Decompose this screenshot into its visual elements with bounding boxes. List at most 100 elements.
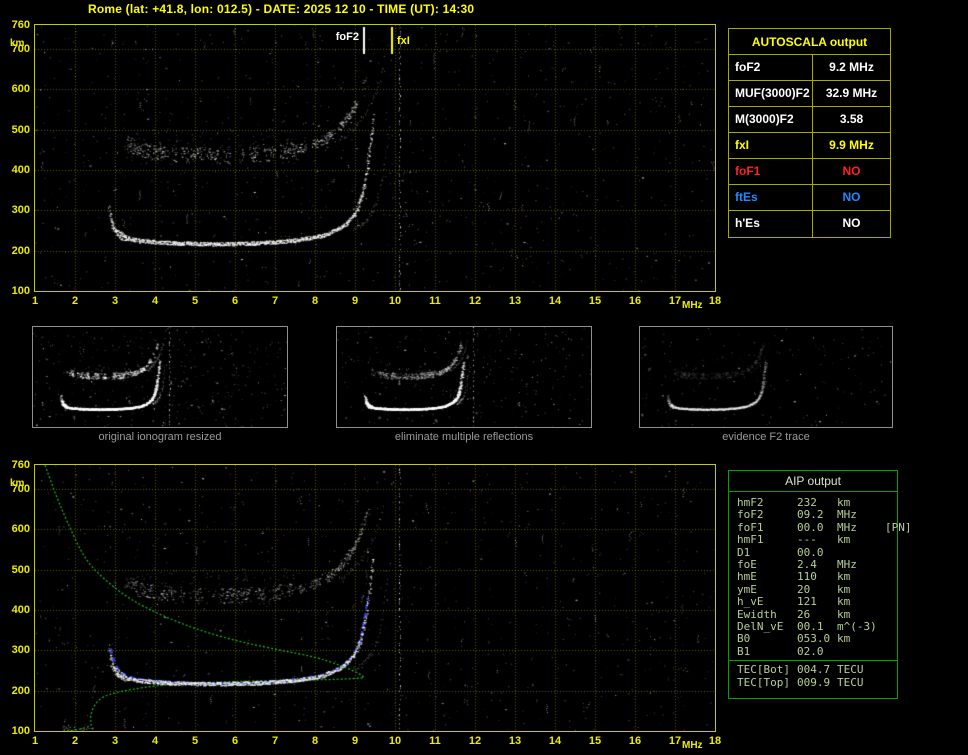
y-tick-label: 500 — [11, 123, 30, 136]
aip-row: D1 00.0 — [737, 546, 897, 559]
aip-row-value: 02.0 — [797, 644, 824, 658]
aip-row-unit: TECU — [837, 676, 864, 690]
fof2-marker-label: foF2 — [335, 31, 359, 43]
x-tick-label: 16 — [628, 735, 642, 747]
x-tick-label: 9 — [351, 295, 359, 307]
aip-row-value: 004.7 — [797, 663, 831, 677]
y-tick-label: 300 — [11, 204, 30, 217]
x-tick-label: 15 — [588, 295, 602, 307]
aip-row-value: 110 — [797, 570, 817, 584]
y-tick-label: 200 — [11, 684, 30, 697]
aip-row-label: B1 — [737, 644, 751, 658]
thumbnail-eliminate-reflections — [336, 326, 592, 428]
aip-row-label: B0 — [737, 632, 751, 646]
x-tick-label: 6 — [231, 295, 239, 307]
autoscala-row-value: NO — [842, 216, 861, 230]
autoscala-row-value: 9.2 MHz — [829, 60, 874, 74]
aip-row: hmF1 --- km — [737, 533, 897, 547]
x-tick-label: 16 — [628, 295, 642, 307]
x-tick-label: 15 — [588, 735, 602, 747]
aip-row-unit: TECU — [837, 663, 864, 677]
autoscala-row-label: M(3000)F2 — [729, 107, 813, 132]
aip-row-value: 009.9 — [797, 676, 831, 690]
page-title: Rome (lat: +41.8, lon: 012.5) - DATE: 20… — [88, 2, 475, 16]
x-tick-label: 8 — [311, 295, 319, 307]
autoscala-row-label: h'Es — [729, 211, 813, 237]
x-tick-label: 11 — [429, 295, 441, 307]
thumbnail-evidence-f2 — [639, 326, 893, 428]
x-axis-unit-label: MHz — [682, 740, 703, 751]
x-tick-label: 2 — [71, 295, 79, 307]
y-tick-label: 300 — [11, 644, 30, 657]
aip-row: TEC[Top] 009.9 TECU — [737, 676, 897, 689]
top-ionogram: foF2 fxI — [34, 24, 716, 292]
y-tick-label: 760 — [11, 459, 30, 471]
aip-row-label: foF2 — [737, 508, 764, 522]
aip-row: TEC[Bot] 004.7 TECU — [737, 663, 897, 676]
autoscala-screen: Rome (lat: +41.8, lon: 012.5) - DATE: 20… — [0, 0, 968, 755]
y-axis-unit-label: km — [10, 38, 25, 49]
y-tick-label: 600 — [11, 83, 30, 96]
aip-row: hmE 110 km — [737, 570, 897, 584]
aip-row-label: TEC[Top] — [737, 676, 790, 690]
x-tick-label: 9 — [351, 735, 359, 747]
aip-row-unit: km — [837, 533, 851, 547]
aip-row-note: [PN] — [885, 520, 912, 534]
y-tick-label: 760 — [11, 19, 30, 31]
x-tick-label: 8 — [311, 735, 319, 747]
x-tick-label: 10 — [388, 735, 402, 747]
x-tick-label: 6 — [231, 735, 239, 747]
x-tick-label: 3 — [111, 735, 119, 747]
x-tick-label: 4 — [151, 735, 159, 747]
thumbnail-caption-original: original ionogram resized — [98, 431, 222, 443]
thumbnail-evidence-canvas — [640, 327, 892, 427]
aip-row-unit: km — [837, 595, 851, 609]
aip-row-value: 053.0 — [797, 632, 831, 646]
y-tick-label: 200 — [11, 244, 30, 257]
aip-output-table: AIP output hmF2 232 km foF2 09.2 MHz foF1 00.0 M… — [728, 470, 912, 699]
fxi-marker-label: fxI — [397, 35, 410, 47]
x-tick-label: 3 — [111, 295, 119, 307]
thumbnail-original-canvas — [33, 327, 287, 427]
aip-row-label: hmF1 — [737, 533, 764, 547]
y-tick-label: 500 — [11, 563, 30, 576]
y-tick-label: 100 — [11, 725, 30, 737]
thumbnail-original-ionogram — [32, 326, 288, 428]
thumbnail-caption-eliminate: eliminate multiple reflections — [394, 431, 534, 443]
x-tick-label: 13 — [508, 295, 522, 307]
x-tick-label: 18 — [708, 295, 722, 307]
aip-table-tec-rows: TEC[Bot] 004.7 TECU TEC[Top] 009.9 TECU — [729, 661, 897, 689]
x-tick-label: 12 — [468, 735, 482, 747]
aip-row-unit: km — [837, 570, 851, 584]
top-ionogram-canvas — [35, 25, 715, 291]
aip-row-value: 09.2 — [797, 508, 824, 522]
aip-row: B0 053.0 km — [737, 632, 897, 646]
x-axis-unit-label: MHz — [682, 300, 703, 311]
thumbnail-eliminate-canvas — [337, 327, 591, 427]
x-tick-label: 12 — [468, 295, 482, 307]
x-tick-label: 7 — [271, 735, 279, 747]
aip-row-label: h_vE — [737, 595, 764, 609]
autoscala-row-value: NO — [842, 164, 861, 178]
autoscala-output-table: AUTOSCALA output foF2 9.2 MHz MUF(3000)F2 3… — [728, 28, 891, 238]
aip-row: foF2 09.2 MHz — [737, 508, 897, 522]
autoscala-row: ftEs NO — [729, 185, 890, 211]
autoscala-row-label: foF2 — [729, 55, 813, 80]
autoscala-row-label: MUF(3000)F2 — [729, 81, 813, 106]
autoscala-table-header: AUTOSCALA output — [729, 29, 890, 55]
aip-row-unit: MHz — [837, 508, 857, 522]
x-tick-label: 14 — [548, 295, 562, 307]
aip-row-value: --- — [797, 533, 817, 547]
y-tick-label: 400 — [11, 604, 30, 617]
autoscala-row: MUF(3000)F2 32.9 MHz — [729, 81, 890, 107]
aip-row: h_vE 121 km — [737, 595, 897, 609]
x-tick-label: 11 — [429, 735, 441, 747]
aip-row-unit: km — [837, 632, 851, 646]
autoscala-row: M(3000)F2 3.58 — [729, 107, 890, 133]
aip-row-label: hmE — [737, 570, 757, 584]
y-tick-label: 600 — [11, 523, 30, 536]
aip-row: B1 02.0 — [737, 644, 897, 658]
y-tick-label: 100 — [11, 285, 30, 297]
x-tick-label: 14 — [548, 735, 562, 747]
autoscala-row: foF2 9.2 MHz — [729, 55, 890, 81]
